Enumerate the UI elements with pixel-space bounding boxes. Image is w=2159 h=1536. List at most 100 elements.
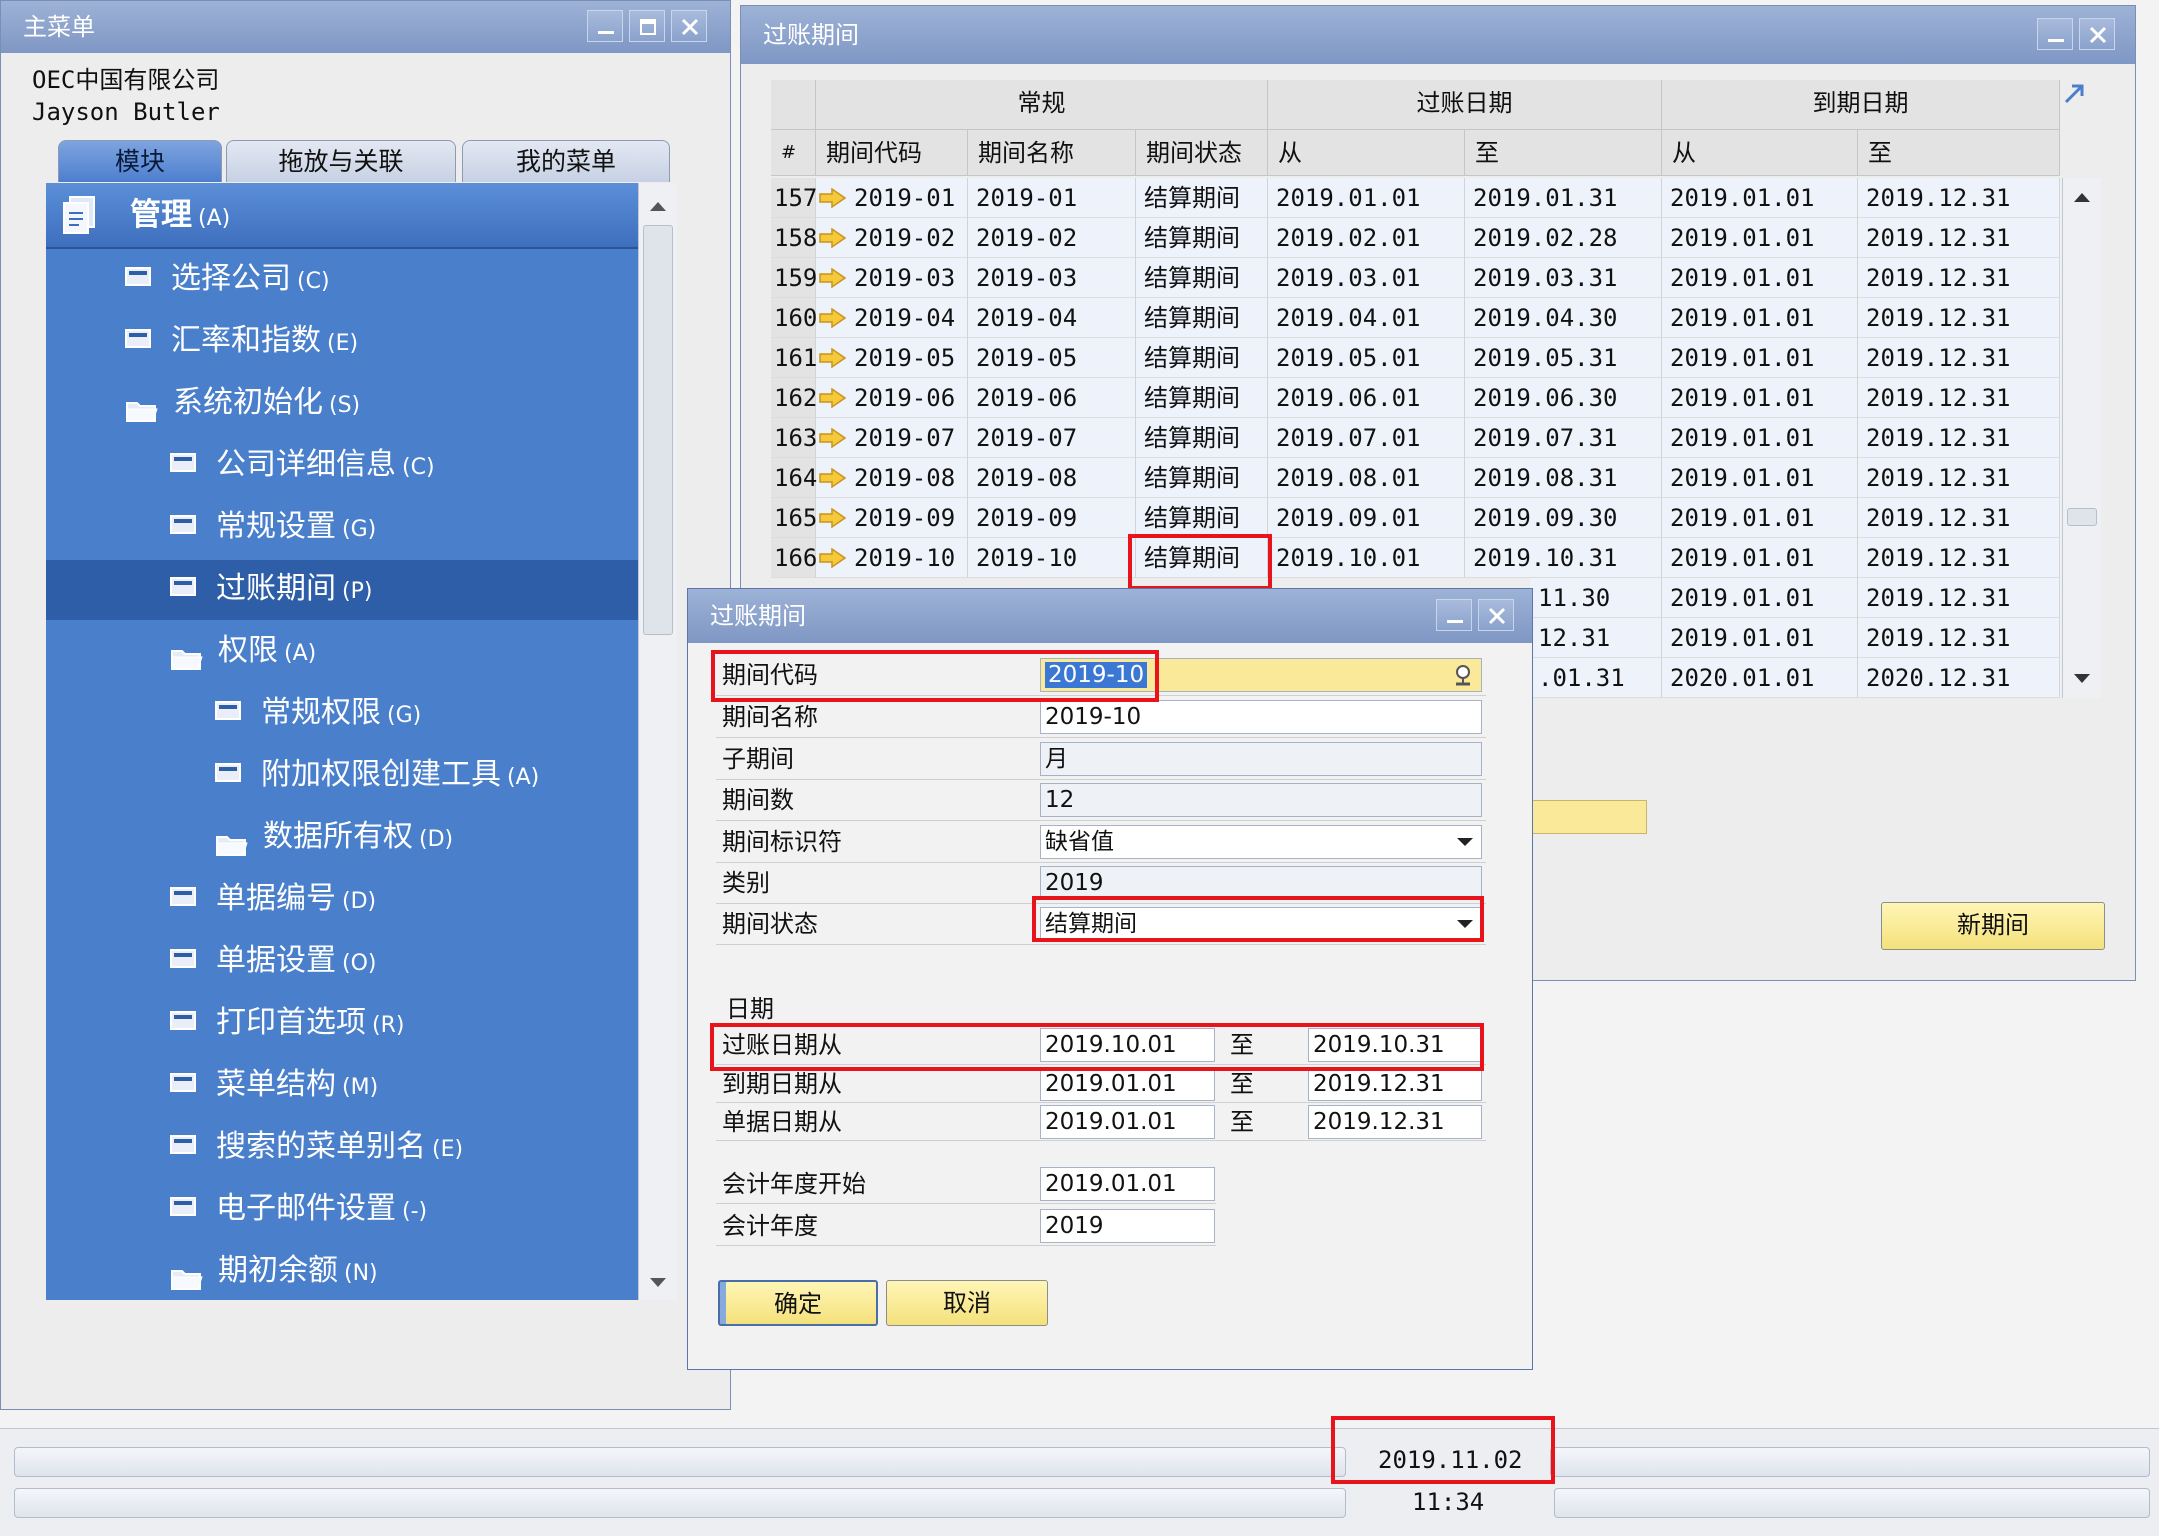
ok-button[interactable]: 确定 <box>718 1280 878 1326</box>
col-period-status[interactable]: 期间状态 <box>1136 130 1268 176</box>
arrow-right-icon[interactable] <box>818 466 848 490</box>
menu-item-opening-balances[interactable]: 期初余额 (N) <box>170 1246 378 1296</box>
table-cell[interactable]: 2019.04.30 <box>1465 298 1662 338</box>
table-cell[interactable]: 2019-03 <box>968 258 1136 298</box>
table-cell[interactable]: 结算期间 <box>1136 298 1268 338</box>
table-cell[interactable]: 2019.08.01 <box>1268 458 1465 498</box>
menu-item-general-authorizations[interactable]: 常规权限 (G) <box>215 688 421 738</box>
minimize-icon[interactable] <box>1436 599 1472 631</box>
scroll-up-icon[interactable] <box>2072 190 2092 204</box>
table-cell[interactable]: 2019.05.31 <box>1465 338 1662 378</box>
col-index[interactable]: # <box>771 130 816 176</box>
close-icon[interactable] <box>2079 18 2115 50</box>
dropdown-icon[interactable] <box>1455 836 1475 848</box>
arrow-right-icon[interactable] <box>818 346 848 370</box>
expand-icon[interactable] <box>2060 80 2088 108</box>
search-icon[interactable] <box>1451 663 1475 687</box>
arrow-right-icon[interactable] <box>818 426 848 450</box>
table-cell[interactable]: 2019-01 <box>968 178 1136 218</box>
table-cell[interactable]: 2019.12.31 <box>1858 338 2060 378</box>
col-posting-to[interactable]: 至 <box>1465 130 1662 176</box>
table-cell[interactable]: 2019-08 <box>968 458 1136 498</box>
table-cell[interactable]: 2019-09 <box>968 498 1136 538</box>
table-cell[interactable]: 2019.03.31 <box>1465 258 1662 298</box>
table-cell[interactable]: 2019.09.01 <box>1268 498 1465 538</box>
table-cell[interactable]: 2019.12.31 <box>1858 618 2060 658</box>
minimize-icon[interactable] <box>2037 18 2073 50</box>
menu-item-posting-periods[interactable]: 过账期间 (P) <box>170 564 372 614</box>
maximize-icon[interactable] <box>629 10 665 42</box>
table-cell[interactable]: 2019-05 <box>968 338 1136 378</box>
table-cell[interactable]: 2020.12.31 <box>1858 658 2060 698</box>
grid-scrollbar[interactable] <box>2062 178 2101 698</box>
arrow-right-icon[interactable] <box>818 506 848 530</box>
table-cell[interactable]: 2019.12.31 <box>1858 218 2060 258</box>
due-date-from-field[interactable]: 2019.01.01 <box>1040 1067 1215 1101</box>
col-period-name[interactable]: 期间名称 <box>968 130 1136 176</box>
table-cell[interactable]: 2019.12.31 <box>1858 458 2060 498</box>
table-cell[interactable]: 结算期间 <box>1136 218 1268 258</box>
table-cell[interactable]: 2019.05.01 <box>1268 338 1465 378</box>
table-cell[interactable]: 结算期间 <box>1136 338 1268 378</box>
close-icon[interactable] <box>671 10 707 42</box>
table-cell[interactable]: .01.31 <box>1530 658 1662 698</box>
period-indicator-select[interactable]: 缺省值 <box>1040 825 1482 859</box>
menu-section-header[interactable]: 管理 (A) <box>46 183 638 249</box>
table-cell[interactable]: 结算期间 <box>1136 258 1268 298</box>
table-cell[interactable]: 2019-10 <box>968 538 1136 578</box>
table-cell[interactable]: 2019.01.01 <box>1662 178 1858 218</box>
menu-item-menu-structure[interactable]: 菜单结构 (M) <box>170 1060 378 1110</box>
menu-item-data-ownership[interactable]: 数据所有权 (D) <box>215 812 453 862</box>
table-cell[interactable]: 2019-06 <box>968 378 1136 418</box>
table-cell[interactable]: 2019.07.01 <box>1268 418 1465 458</box>
table-cell[interactable]: 2019.01.01 <box>1662 498 1858 538</box>
menu-item-email-settings[interactable]: 电子邮件设置 (-) <box>170 1184 427 1234</box>
table-cell[interactable]: 2019.03.01 <box>1268 258 1465 298</box>
table-cell[interactable]: 2019.10.01 <box>1268 538 1465 578</box>
table-cell[interactable]: 2019.01.01 <box>1662 538 1858 578</box>
menu-item-print-preferences[interactable]: 打印首选项 (R) <box>170 998 404 1048</box>
table-cell[interactable]: 2019.01.01 <box>1662 258 1858 298</box>
table-cell[interactable]: 2019.01.31 <box>1465 178 1662 218</box>
dialog-titlebar[interactable]: 过账期间 <box>688 589 1532 643</box>
table-cell[interactable]: 2019.06.01 <box>1268 378 1465 418</box>
table-cell[interactable]: 2019.12.31 <box>1858 578 2060 618</box>
cancel-button[interactable]: 取消 <box>886 1280 1048 1326</box>
menu-item-company-details[interactable]: 公司详细信息 (C) <box>170 440 435 490</box>
table-cell[interactable]: 2019.02.28 <box>1465 218 1662 258</box>
table-cell[interactable]: 2019.01.01 <box>1268 178 1465 218</box>
fiscal-year-start-field[interactable]: 2019.01.01 <box>1040 1167 1215 1201</box>
col-due-to[interactable]: 至 <box>1858 130 2060 176</box>
table-cell[interactable]: 11.30 <box>1530 578 1662 618</box>
arrow-right-icon[interactable] <box>818 306 848 330</box>
table-cell[interactable]: 2019.12.31 <box>1858 378 2060 418</box>
table-cell[interactable]: 2019.01.01 <box>1662 458 1858 498</box>
table-cell[interactable]: 2019.10.31 <box>1465 538 1662 578</box>
menu-item-document-numbering[interactable]: 单据编号 (D) <box>170 874 376 924</box>
doc-date-from-field[interactable]: 2019.01.01 <box>1040 1105 1215 1139</box>
col-period-code[interactable]: 期间代码 <box>816 130 968 176</box>
tab-modules[interactable]: 模块 <box>58 140 222 182</box>
col-posting-from[interactable]: 从 <box>1268 130 1465 176</box>
menu-scroll-thumb[interactable] <box>643 225 673 635</box>
table-cell[interactable]: 2019.12.31 <box>1858 538 2060 578</box>
table-cell[interactable]: 2019.01.01 <box>1662 298 1858 338</box>
table-cell[interactable]: 2019.12.31 <box>1858 498 2060 538</box>
table-cell[interactable]: 结算期间 <box>1136 458 1268 498</box>
col-due-from[interactable]: 从 <box>1662 130 1858 176</box>
menu-scrollbar[interactable] <box>638 183 677 1300</box>
menu-item-exchange-rates[interactable]: 汇率和指数 (E) <box>125 316 358 366</box>
arrow-right-icon[interactable] <box>818 546 848 570</box>
scroll-up-icon[interactable] <box>648 199 668 213</box>
scroll-down-icon[interactable] <box>648 1276 668 1290</box>
table-cell[interactable]: 2019.08.31 <box>1465 458 1662 498</box>
tab-drag-relate[interactable]: 拖放与关联 <box>226 140 456 182</box>
scroll-down-icon[interactable] <box>2072 672 2092 686</box>
period-name-field[interactable]: 2019-10 <box>1040 700 1482 734</box>
table-cell[interactable]: 2019-02 <box>968 218 1136 258</box>
table-cell[interactable]: 2019-07 <box>968 418 1136 458</box>
menu-item-additional-auth-tool[interactable]: 附加权限创建工具 (A) <box>215 750 539 800</box>
table-cell[interactable]: 2020.01.01 <box>1662 658 1858 698</box>
table-cell[interactable]: 2019.01.01 <box>1662 218 1858 258</box>
table-cell[interactable]: 2019.12.31 <box>1858 258 2060 298</box>
